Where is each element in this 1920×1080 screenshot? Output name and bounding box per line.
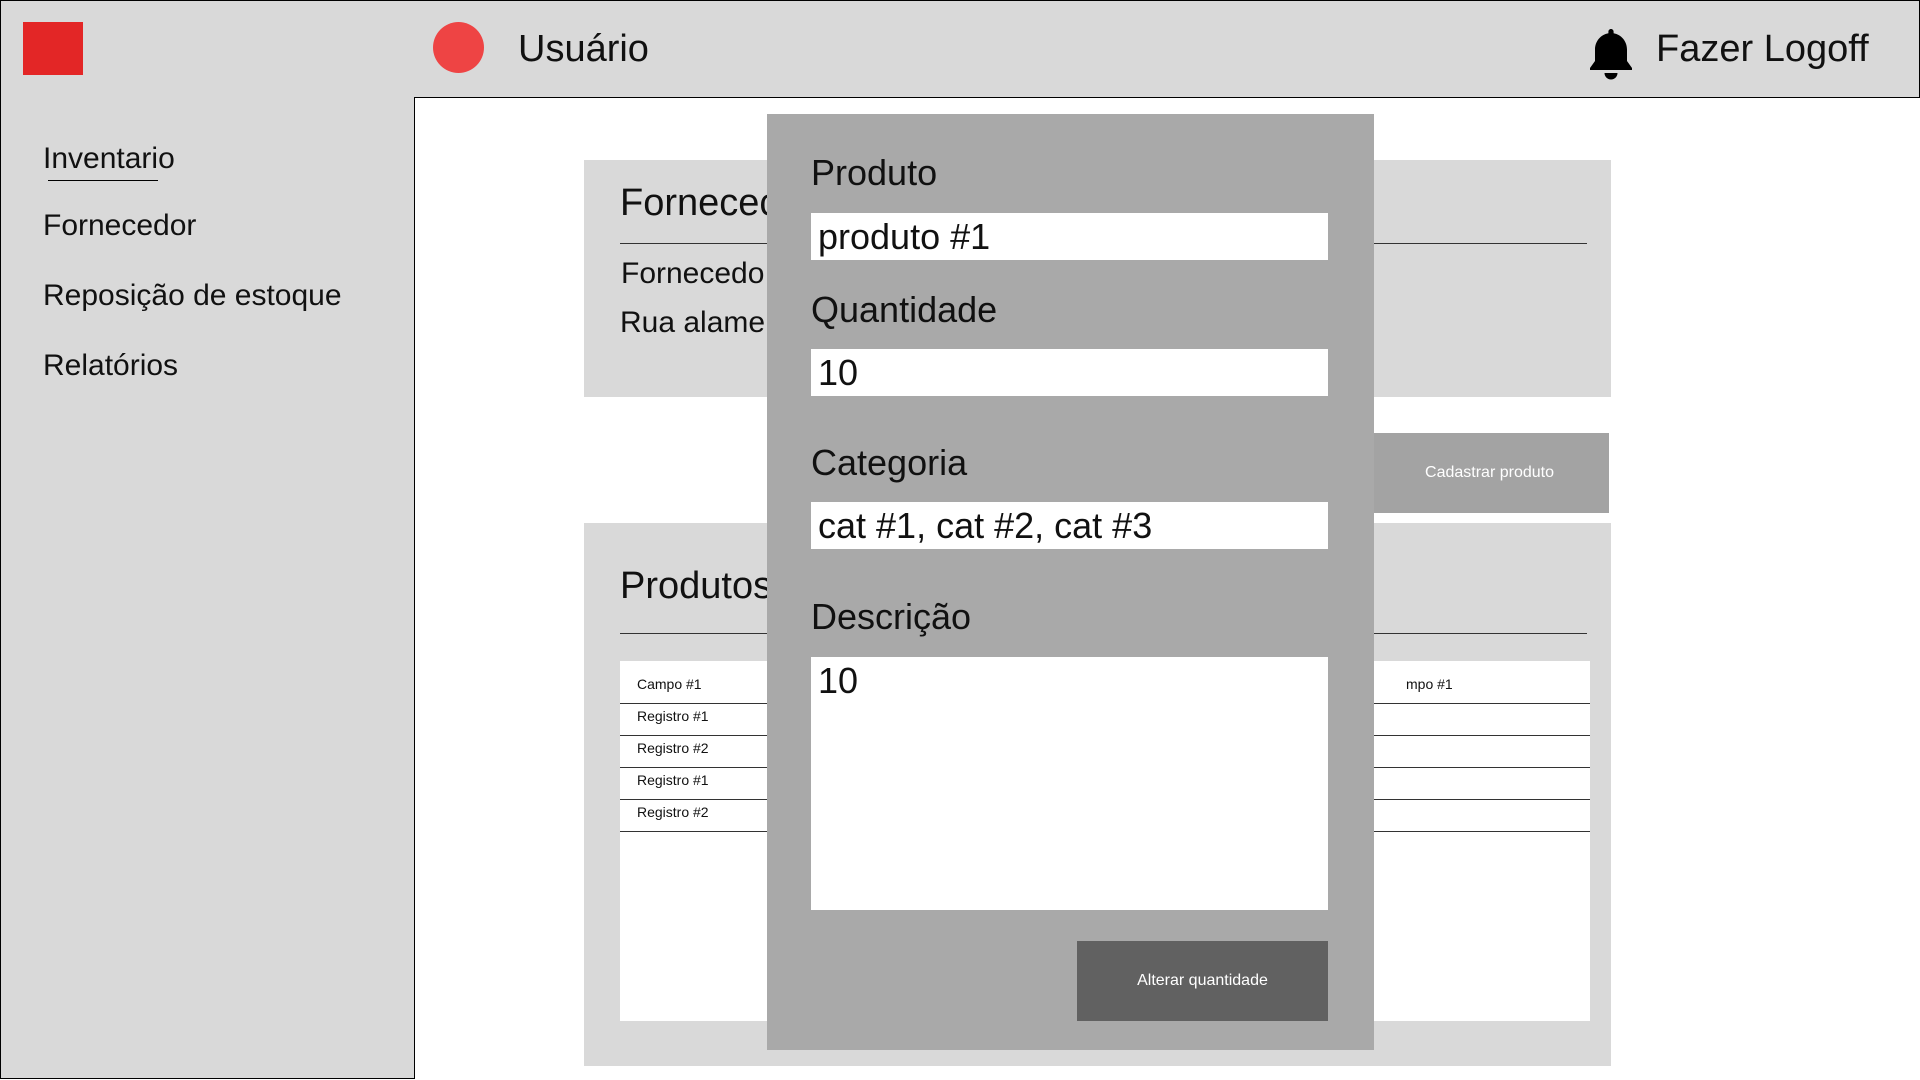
active-item-underline — [48, 180, 158, 181]
user-avatar[interactable] — [433, 22, 484, 73]
supplier-name: Fornecedo — [621, 257, 765, 290]
sidebar-item-relatorios[interactable]: Relatórios — [43, 348, 178, 384]
register-product-button[interactable]: Cadastrar produto — [1370, 433, 1609, 513]
user-name: Usuário — [518, 28, 649, 70]
product-label: Produto — [811, 152, 938, 193]
sidebar-item-inventario[interactable]: Inventario — [43, 141, 175, 177]
sidebar-item-reposicao-estoque[interactable]: Reposição de estoque — [43, 278, 342, 314]
quantity-label: Quantidade — [811, 289, 998, 330]
table-row[interactable]: Registro #2 — [637, 803, 709, 821]
edit-product-modal: Produto Quantidade Categoria Descrição 1… — [767, 114, 1374, 1050]
supplier-card-title: Fornecec — [620, 182, 779, 224]
table-row[interactable]: Registro #1 — [637, 771, 709, 789]
sidebar: Inventario Fornecedor Reposição de estoq… — [0, 97, 415, 1079]
app-logo[interactable] — [23, 22, 83, 75]
product-input[interactable] — [811, 213, 1328, 260]
products-card-title: Produtos — [620, 565, 773, 607]
table-header-cell: Campo #1 — [637, 676, 702, 692]
bell-icon[interactable] — [1584, 25, 1638, 81]
description-label: Descrição — [811, 596, 972, 637]
quantity-input[interactable] — [811, 349, 1328, 396]
table-row[interactable]: Registro #2 — [637, 739, 709, 757]
table-header-cell: mpo #1 — [1406, 676, 1453, 692]
top-bar: Usuário Fazer Logoff — [0, 0, 1920, 98]
category-input[interactable] — [811, 502, 1328, 549]
logoff-link[interactable]: Fazer Logoff — [1656, 27, 1869, 71]
change-quantity-button[interactable]: Alterar quantidade — [1077, 941, 1328, 1021]
table-row[interactable]: Registro #1 — [637, 707, 709, 725]
sidebar-item-fornecedor[interactable]: Fornecedor — [43, 208, 196, 244]
supplier-address: Rua alame — [620, 306, 766, 339]
category-label: Categoria — [811, 442, 968, 483]
description-textarea[interactable]: 10 — [811, 657, 1328, 910]
